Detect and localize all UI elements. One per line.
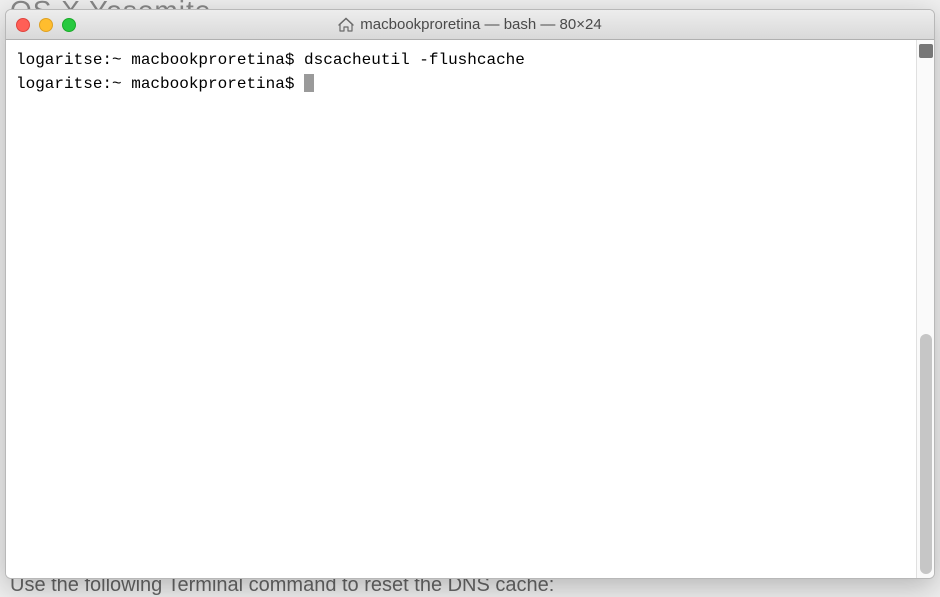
content-wrap: logaritse:~ macbookproretina$ dscacheuti…	[6, 40, 934, 578]
title-wrap: macbookproretina — bash — 80×24	[6, 10, 934, 39]
scroll-thumb[interactable]	[920, 334, 932, 574]
close-button[interactable]	[16, 18, 30, 32]
scroll-marker	[919, 44, 933, 58]
titlebar: macbookproretina — bash — 80×24	[6, 10, 934, 40]
terminal-body[interactable]: logaritse:~ macbookproretina$ dscacheuti…	[6, 40, 916, 578]
terminal-line: logaritse:~ macbookproretina$	[16, 72, 906, 96]
home-icon	[338, 17, 354, 33]
terminal-line: logaritse:~ macbookproretina$ dscacheuti…	[16, 48, 906, 72]
window-title: macbookproretina — bash — 80×24	[360, 16, 601, 33]
scrollbar[interactable]	[916, 40, 934, 578]
prompt: logaritse:~ macbookproretina$	[16, 51, 304, 69]
minimize-button[interactable]	[39, 18, 53, 32]
command: dscacheutil -flushcache	[304, 51, 525, 69]
cursor	[304, 74, 314, 92]
traffic-lights	[6, 18, 76, 32]
maximize-button[interactable]	[62, 18, 76, 32]
prompt: logaritse:~ macbookproretina$	[16, 75, 304, 93]
terminal-window: macbookproretina — bash — 80×24 logarits…	[5, 9, 935, 579]
